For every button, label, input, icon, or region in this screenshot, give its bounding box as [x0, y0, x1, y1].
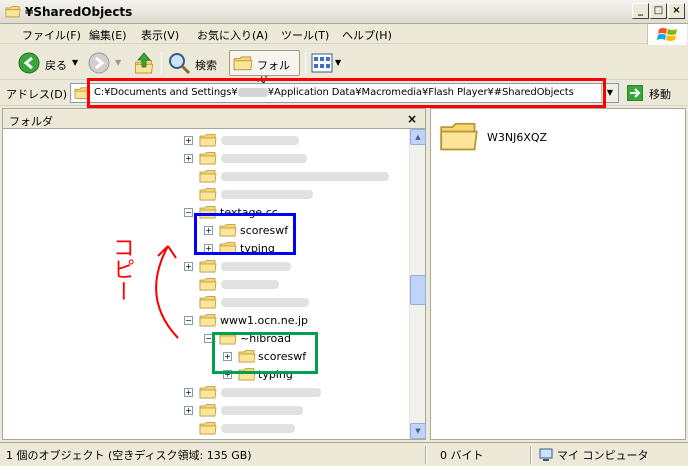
status-location: マイ コンピュータ	[557, 449, 649, 462]
toolbar: 戻る ▼ ▼ 検索 フォルダ ▼	[0, 46, 688, 88]
back-button-label[interactable]: 戻る	[45, 57, 67, 73]
redacted-label	[221, 136, 299, 145]
computer-icon	[539, 448, 553, 461]
expand-icon[interactable]: +	[184, 406, 193, 415]
redacted-label	[221, 262, 291, 271]
folder-pane-title: フォルダ	[9, 115, 53, 128]
redacted-label	[221, 280, 279, 289]
redacted-label	[221, 298, 309, 307]
go-label: 移動	[649, 88, 671, 101]
destination-highlight-box	[212, 332, 318, 374]
folder-icon	[5, 5, 21, 18]
tree-row[interactable]: +	[3, 384, 403, 402]
vertical-scrollbar[interactable]: ▲ ▼	[409, 129, 426, 439]
views-dropdown-icon[interactable]: ▼	[335, 58, 341, 67]
close-button[interactable]: ×	[668, 3, 685, 19]
copy-annotation-text: コピー	[109, 236, 134, 302]
title-bar: ¥SharedObjects _ □ ×	[0, 0, 688, 24]
close-icon[interactable]: ×	[407, 112, 417, 126]
content-pane: W3NJ6XQZ	[430, 108, 686, 440]
folder-icon	[199, 403, 217, 417]
tree-row[interactable]: +	[3, 150, 403, 168]
scrollbar-thumb[interactable]	[410, 275, 426, 305]
scroll-down-button[interactable]: ▼	[410, 423, 426, 439]
menu-bar: ファイル(F) 編集(E) 表示(V) お気に入り(A) ツール(T) ヘルプ(…	[0, 25, 688, 44]
folder-pane-header: フォルダ ×	[3, 109, 425, 129]
address-label: アドレス(D)	[6, 88, 68, 101]
tree-row[interactable]	[3, 420, 403, 438]
folder-name: W3NJ6XQZ	[487, 131, 548, 144]
scroll-up-button[interactable]: ▲	[410, 129, 426, 145]
redacted-label	[221, 154, 307, 163]
collapse-icon[interactable]: −	[184, 208, 193, 217]
menu-favorites[interactable]: お気に入り(A)	[197, 27, 268, 43]
forward-dropdown-icon[interactable]: ▼	[115, 58, 121, 67]
expand-icon[interactable]: +	[184, 136, 193, 145]
redacted-label	[221, 406, 303, 415]
content-item-folder[interactable]: W3NJ6XQZ	[439, 119, 639, 159]
menu-file[interactable]: ファイル(F)	[22, 27, 81, 43]
redacted-label	[221, 388, 321, 397]
redacted-label	[221, 172, 389, 181]
search-button-label[interactable]: 検索	[195, 57, 217, 73]
up-folder-icon[interactable]	[132, 51, 156, 75]
expand-icon[interactable]: +	[184, 388, 193, 397]
folder-icon	[199, 385, 217, 399]
folder-tree-pane: フォルダ × + + − textage.cc + scoreswf + typ…	[2, 108, 426, 440]
status-bar: 1 個のオブジェクト (空きディスク領域: 135 GB) 0 バイト マイ コ…	[0, 442, 688, 466]
back-arrow-icon[interactable]	[18, 52, 40, 74]
large-folder-icon	[439, 119, 479, 153]
views-icon[interactable]	[311, 53, 333, 73]
menu-help[interactable]: ヘルプ(H)	[342, 27, 392, 43]
tree-row[interactable]	[3, 168, 403, 186]
tree-row-typing[interactable]: + typing	[3, 366, 403, 384]
forward-arrow-icon[interactable]	[88, 52, 110, 74]
redacted-label	[221, 190, 313, 199]
tree-row[interactable]: +	[3, 402, 403, 420]
expand-icon[interactable]: +	[184, 154, 193, 163]
folder-icon	[233, 55, 253, 71]
redacted-label	[221, 424, 295, 433]
folder-icon	[199, 133, 217, 147]
status-size: 0 バイト	[440, 449, 484, 462]
go-button[interactable]: 移動	[625, 83, 685, 103]
tree-row[interactable]: +	[3, 132, 403, 150]
folders-button[interactable]: フォルダ	[229, 50, 300, 88]
tree-row[interactable]	[3, 186, 403, 204]
window-title: ¥SharedObjects	[25, 5, 133, 19]
tree-label: www1.ocn.ne.jp	[220, 314, 309, 327]
folder-icon	[199, 169, 217, 183]
maximize-button[interactable]: □	[650, 3, 667, 19]
menu-view[interactable]: 表示(V)	[141, 27, 179, 43]
address-highlight-box	[87, 78, 606, 108]
go-arrow-icon	[627, 85, 643, 101]
folder-icon	[199, 421, 217, 435]
windows-logo	[647, 24, 687, 45]
tree-row-scoreswf[interactable]: + scoreswf	[3, 348, 403, 366]
status-objects: 1 個のオブジェクト (空きディスク領域: 135 GB)	[6, 449, 252, 462]
folder-icon	[199, 151, 217, 165]
menu-edit[interactable]: 編集(E)	[89, 27, 127, 43]
back-dropdown-icon[interactable]: ▼	[72, 58, 78, 67]
minimize-button[interactable]: _	[632, 3, 649, 19]
search-icon[interactable]	[167, 51, 191, 75]
folder-icon	[199, 187, 217, 201]
menu-tools[interactable]: ツール(T)	[281, 27, 329, 43]
